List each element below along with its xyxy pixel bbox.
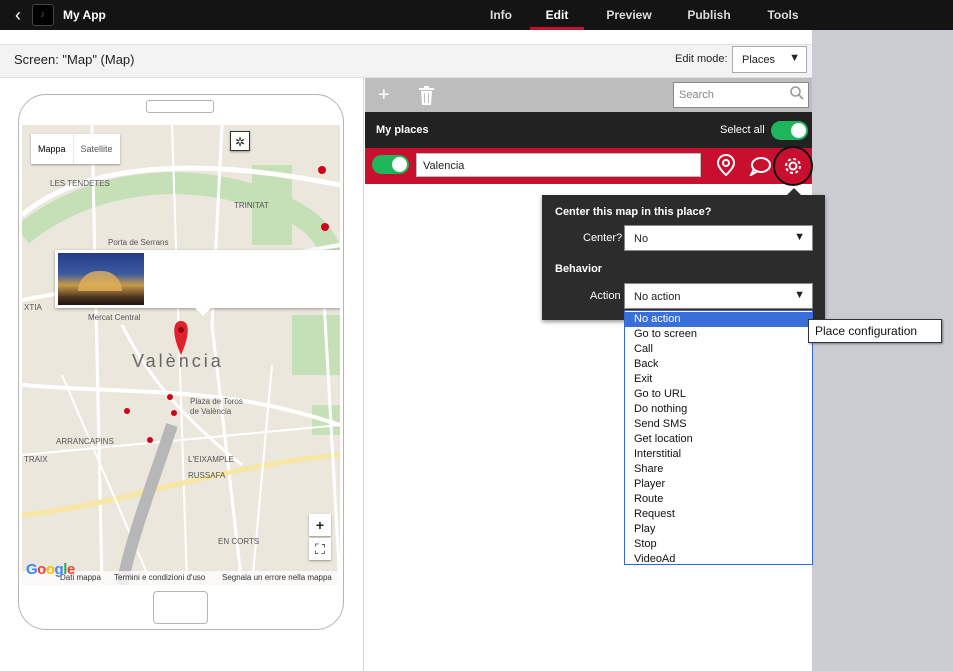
action-option[interactable]: Play [625, 522, 812, 537]
action-option[interactable]: Exit [625, 372, 812, 387]
zoom-in-button[interactable]: + [309, 514, 331, 536]
map-label-mercat: Mercat Central [88, 313, 141, 322]
map-label-porta: Porta de Serrans [108, 238, 169, 247]
map-terms-link[interactable]: Termini e condizioni d'uso [114, 573, 205, 582]
speech-bubble-icon[interactable] [748, 156, 771, 181]
search-input[interactable]: Search [673, 82, 809, 108]
edit-mode-label: Edit mode: [675, 53, 728, 65]
select-all-toggle[interactable] [771, 121, 808, 140]
select-all-label: Select all [720, 124, 765, 136]
place-name-value: Valencia [423, 160, 465, 172]
chevron-down-icon: ▼ [789, 52, 800, 64]
action-option[interactable]: No action [625, 312, 812, 327]
action-option[interactable]: Do nothing [625, 402, 812, 417]
street-view-icon[interactable]: ✲ [230, 131, 250, 151]
map-label-tendetes: LES TENDETES [50, 179, 110, 188]
app-icon [32, 4, 54, 26]
chevron-down-icon: ▼ [794, 289, 805, 301]
map-report-link[interactable]: Segnala un errore nella mappa [222, 573, 332, 582]
nav-tab-edit[interactable]: Edit [530, 0, 584, 30]
search-placeholder: Search [679, 89, 714, 101]
action-option[interactable]: Request [625, 507, 812, 522]
location-pin-icon[interactable] [716, 153, 736, 181]
phone-home-button [153, 591, 208, 624]
map-label-encorts: EN CORTS [218, 537, 260, 546]
action-option[interactable]: Send SMS [625, 417, 812, 432]
map-label-russafa: RUSSAFA [188, 471, 226, 480]
action-option[interactable]: Go to screen [625, 327, 812, 342]
action-option[interactable]: Route [625, 492, 812, 507]
action-option[interactable]: Share [625, 462, 812, 477]
place-enabled-toggle[interactable] [372, 155, 409, 174]
nav-tab-tools[interactable]: Tools [760, 0, 806, 30]
nav-tab-info[interactable]: Info [478, 0, 524, 30]
action-option[interactable]: Get location [625, 432, 812, 447]
map-info-window[interactable] [55, 250, 340, 316]
google-logo: Google [26, 561, 75, 578]
action-option[interactable]: Call [625, 342, 812, 357]
action-dropdown-list: No action Go to screen Call Back Exit Go… [624, 310, 813, 565]
action-option[interactable]: Back [625, 357, 812, 372]
map-label-xtia: XTIA [24, 303, 42, 312]
behavior-title: Behavior [555, 263, 603, 275]
center-section-title: Center this map in this place? [555, 206, 712, 218]
place-photo [58, 253, 144, 305]
map-label-traix: TRAIX [24, 455, 48, 464]
search-icon[interactable] [790, 86, 804, 103]
tooltip: Place configuration [808, 319, 942, 343]
action-option[interactable]: VideoAd [625, 552, 812, 567]
action-option[interactable]: Go to URL [625, 387, 812, 402]
action-option[interactable]: Interstitial [625, 447, 812, 462]
action-select[interactable]: No action ▼ [624, 283, 813, 309]
center-label: Center? [583, 232, 623, 244]
center-value: No [634, 233, 649, 245]
place-name-field[interactable]: Valencia [416, 153, 701, 177]
map-label-trinitat: TRINITAT [234, 201, 269, 210]
action-option[interactable]: Stop [625, 537, 812, 552]
trash-icon[interactable] [418, 86, 435, 111]
phone-speaker [146, 100, 214, 113]
action-label: Action [590, 290, 621, 302]
map-label-plaza-1: Plaza de Toros [190, 397, 243, 406]
action-option[interactable]: Player [625, 477, 812, 492]
map-label-city: València [132, 351, 224, 371]
places-title: My places [376, 124, 429, 136]
fullscreen-icon[interactable]: ⛶ [309, 538, 331, 560]
back-icon[interactable]: ‹ [8, 4, 28, 26]
edit-mode-select[interactable]: Places ▼ [732, 46, 807, 73]
chevron-down-icon: ▼ [794, 231, 805, 243]
app-name: My App [63, 8, 106, 22]
nav-tab-publish[interactable]: Publish [682, 0, 736, 30]
action-value: No action [634, 291, 681, 303]
map-view[interactable]: LES TENDETES TRINITAT Porta de Serrans M… [22, 125, 340, 585]
map-type-map-button[interactable]: Mappa [31, 134, 73, 164]
place-config-button[interactable] [773, 146, 813, 186]
screen-title: Screen: "Map" (Map) [14, 52, 135, 67]
map-label-plaza-2: de València [190, 407, 232, 416]
top-bar [0, 0, 953, 30]
map-label-arrancapins: ARRANCAPINS [56, 437, 114, 446]
nav-tab-preview[interactable]: Preview [600, 0, 658, 30]
center-select[interactable]: No ▼ [624, 225, 813, 251]
add-place-button[interactable]: + [378, 84, 390, 107]
edit-mode-value: Places [742, 54, 776, 66]
map-type-control: Mappa Satellite [31, 134, 120, 164]
gear-icon [785, 158, 801, 174]
map-type-satellite-button[interactable]: Satellite [72, 134, 120, 164]
map-label-eixample: L'EIXAMPLE [188, 455, 234, 464]
